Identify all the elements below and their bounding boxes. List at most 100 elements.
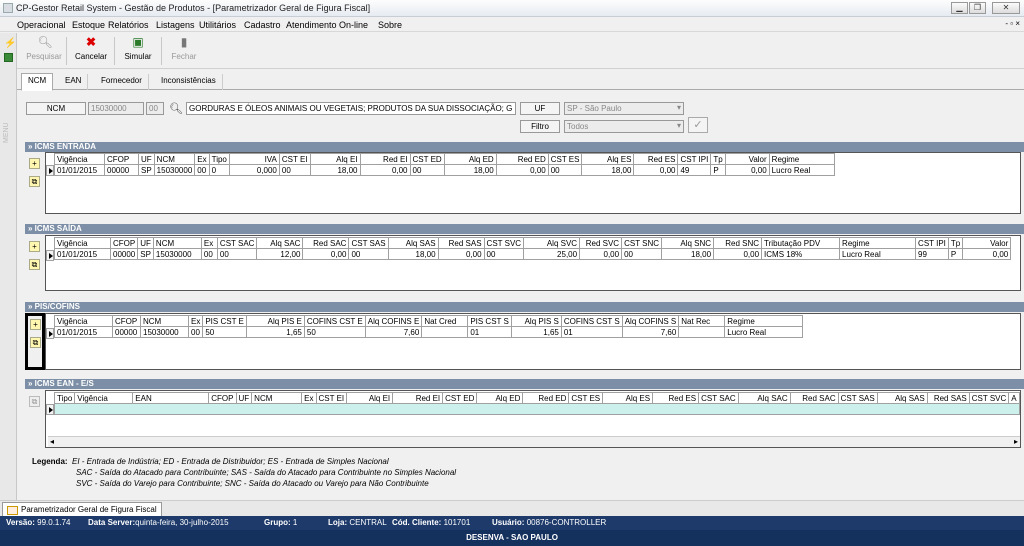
column-header[interactable]: CST SAS xyxy=(837,392,878,404)
column-header[interactable]: COFINS CST S xyxy=(560,315,623,327)
column-header[interactable]: CST SVC xyxy=(483,237,525,249)
column-header[interactable]: Alq ES xyxy=(581,153,635,165)
add-record-icon[interactable]: + xyxy=(29,241,40,252)
add-record-icon[interactable]: + xyxy=(30,319,41,330)
column-header[interactable]: CST ED xyxy=(409,153,445,165)
column-header[interactable]: Red ED xyxy=(522,392,570,404)
column-header[interactable]: Alq EI xyxy=(346,392,394,404)
simular-button[interactable]: ▣ Simular xyxy=(121,36,155,68)
filtro-select[interactable]: Todos ▾ xyxy=(564,120,684,133)
menu-sobre[interactable]: Sobre xyxy=(378,20,402,30)
column-header[interactable]: Ex xyxy=(200,237,218,249)
fechar-button[interactable]: ▮ Fechar xyxy=(169,36,199,68)
column-header[interactable]: IVA xyxy=(228,153,280,165)
scroll-left-icon[interactable]: ◂ xyxy=(50,437,54,446)
tab-ncm[interactable]: NCM xyxy=(21,73,54,91)
column-header[interactable]: Red SAS xyxy=(437,237,485,249)
column-header[interactable]: CST IPI xyxy=(677,153,712,165)
column-header[interactable]: CST SNC xyxy=(621,237,663,249)
column-header[interactable]: COFINS CST E xyxy=(303,315,366,327)
lightning-icon[interactable]: ⚡ xyxy=(4,39,16,49)
copy-record-icon[interactable]: ⧉ xyxy=(29,176,40,187)
mdi-window-buttons[interactable]: - ▫ × xyxy=(1005,19,1020,28)
menu-cadastro[interactable]: Cadastro xyxy=(244,20,281,30)
column-header[interactable]: Valor xyxy=(962,237,1012,249)
column-header[interactable]: Tp xyxy=(947,237,964,249)
column-header[interactable]: Red SAC xyxy=(302,237,350,249)
column-header[interactable]: UF xyxy=(138,153,155,165)
column-header[interactable]: Alq COFINS S xyxy=(621,315,680,327)
column-header[interactable]: Tipo xyxy=(53,392,76,404)
close-button[interactable]: ✕ xyxy=(992,2,1020,14)
column-header[interactable]: Regime xyxy=(768,153,835,165)
column-header[interactable]: CST SVC xyxy=(968,392,1010,404)
column-header[interactable]: Red SAC xyxy=(789,392,839,404)
copy-record-icon[interactable]: ⧉ xyxy=(30,337,41,348)
column-header[interactable]: Red ED xyxy=(495,153,549,165)
column-header[interactable]: Alq SAS xyxy=(387,237,439,249)
column-header[interactable]: Valor xyxy=(724,153,770,165)
ex-input[interactable]: 00 xyxy=(146,102,164,115)
column-header[interactable]: Ex xyxy=(301,392,317,404)
column-header[interactable]: Alq SAC xyxy=(256,237,304,249)
column-header[interactable]: Alq SVC xyxy=(523,237,581,249)
tab-inconsistencias[interactable]: Inconsistências xyxy=(155,74,223,90)
taskbar-window-tab[interactable]: Parametrizador Geral de Figura Fiscal xyxy=(2,502,162,517)
column-header[interactable]: CST IPI xyxy=(915,237,949,249)
column-header[interactable]: CFOP xyxy=(104,153,139,165)
search-icon[interactable]: 🔍︎ xyxy=(169,102,183,115)
column-header[interactable]: Nat Cred xyxy=(421,315,469,327)
table-row[interactable]: 01/01/2015 00000 15030000 00 50 1,65 50 7,60 01 1… xyxy=(54,326,804,338)
column-header[interactable]: Alq EI xyxy=(309,153,361,165)
row-selector[interactable] xyxy=(46,250,54,261)
menu-atendimento[interactable]: Atendimento On-line xyxy=(286,20,368,30)
column-header[interactable]: A xyxy=(1008,392,1020,404)
column-header[interactable]: Vigência xyxy=(74,392,134,404)
tab-fornecedor[interactable]: Fornecedor xyxy=(95,74,149,90)
column-header[interactable]: Vigência xyxy=(54,153,105,165)
column-header[interactable]: Red EI xyxy=(359,153,411,165)
apply-filter-check-icon[interactable]: ✓ xyxy=(688,117,708,133)
column-header[interactable]: PIS CST E xyxy=(202,315,247,327)
column-header[interactable]: CFOP xyxy=(112,315,141,327)
add-record-icon[interactable]: + xyxy=(29,158,40,169)
column-header[interactable]: CST SAC xyxy=(216,237,258,249)
maximize-button[interactable]: ❐ xyxy=(969,2,986,14)
menu-listagens[interactable]: Listagens xyxy=(156,20,195,30)
table-row[interactable]: 01/01/2015 00000 SP 15030000 00 0 0,000 00 18,00… xyxy=(54,164,835,176)
column-header[interactable]: Red SNC xyxy=(713,237,763,249)
column-header[interactable]: CST SAC xyxy=(698,392,739,404)
column-header[interactable]: Red SVC xyxy=(579,237,623,249)
column-header[interactable]: Tributação PDV xyxy=(761,237,841,249)
column-header[interactable]: Alq SNC xyxy=(661,237,715,249)
column-header[interactable]: NCM xyxy=(140,315,189,327)
column-header[interactable]: Alq ED xyxy=(443,153,497,165)
column-header[interactable]: EAN xyxy=(132,392,210,404)
column-header[interactable]: CST EI xyxy=(278,153,311,165)
nav-icon[interactable] xyxy=(4,53,13,62)
column-header[interactable]: CST ES xyxy=(547,153,583,165)
column-header[interactable]: CST SAS xyxy=(348,237,389,249)
menu-estoque[interactable]: Estoque xyxy=(72,20,105,30)
column-header[interactable]: CFOP xyxy=(109,237,139,249)
table-row[interactable]: 01/01/2015 00000 SP 15030000 00 00 12,00 0,00 00… xyxy=(54,248,1012,260)
column-header[interactable]: CST EI xyxy=(315,392,348,404)
menu-relatorios[interactable]: Relatórios xyxy=(108,20,149,30)
copy-record-icon[interactable]: ⧉ xyxy=(29,396,40,407)
column-header[interactable]: UF xyxy=(137,237,154,249)
column-header[interactable]: CST ED xyxy=(442,392,478,404)
column-header[interactable]: Alq ES xyxy=(602,392,654,404)
ncm-input[interactable]: 15030000 xyxy=(88,102,144,115)
column-header[interactable]: UF xyxy=(235,392,253,404)
horizontal-scrollbar[interactable]: ◂ ▸ xyxy=(48,436,1020,447)
column-header[interactable]: Alq ED xyxy=(476,392,524,404)
column-header[interactable]: CFOP xyxy=(208,392,237,404)
scroll-right-icon[interactable]: ▸ xyxy=(1014,437,1018,446)
column-header[interactable]: Vigência xyxy=(54,315,113,327)
column-header[interactable]: Alq SAS xyxy=(876,392,928,404)
tab-ean[interactable]: EAN xyxy=(59,74,89,90)
column-header[interactable]: Regime xyxy=(839,237,917,249)
column-header[interactable]: Red ES xyxy=(633,153,679,165)
column-header[interactable]: PIS CST S xyxy=(467,315,512,327)
row-selector[interactable] xyxy=(46,165,54,176)
